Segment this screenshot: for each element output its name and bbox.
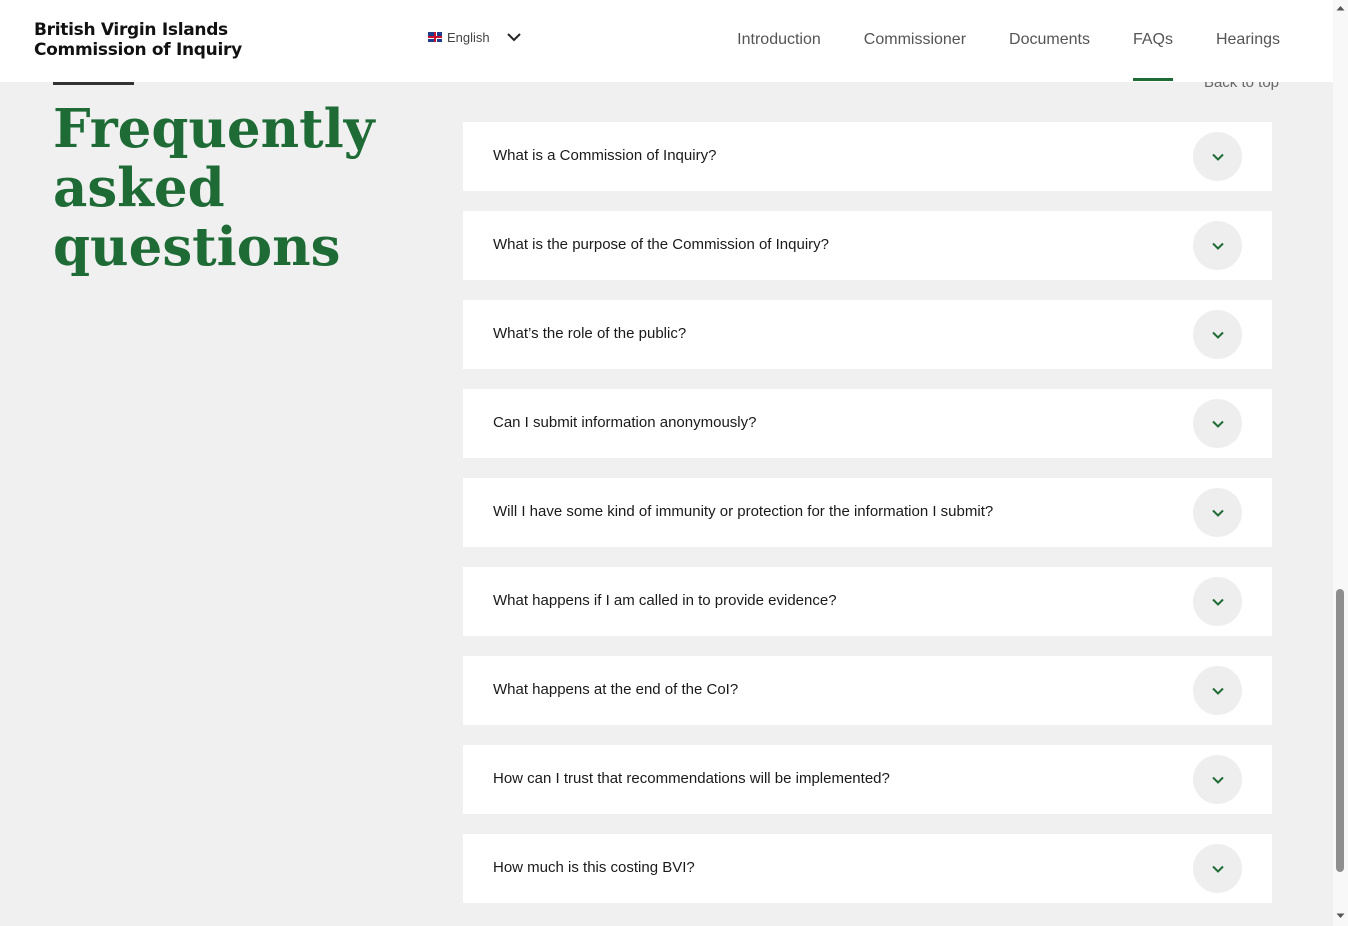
faq-question: How much is this costing BVI? [493, 859, 695, 876]
scroll-down-arrow-icon[interactable] [1336, 911, 1345, 920]
faq-item[interactable]: What’s the role of the public? [463, 300, 1272, 369]
chevron-down-icon[interactable] [506, 29, 522, 45]
chevron-down-icon [1211, 153, 1224, 161]
nav-introduction[interactable]: Introduction [737, 30, 821, 82]
page: Back to top Frequently asked questions W… [0, 0, 1333, 926]
faq-question: Will I have some kind of immunity or pro… [493, 503, 994, 520]
faq-expand-button[interactable] [1193, 755, 1242, 804]
language-selector[interactable]: English [428, 27, 522, 47]
faq-item[interactable]: What happens if I am called in to provid… [463, 567, 1272, 636]
nav-commissioner[interactable]: Commissioner [864, 30, 966, 82]
faq-expand-button[interactable] [1193, 132, 1242, 181]
faq-item[interactable]: Can I submit information anonymously? [463, 389, 1272, 458]
language-label: English [447, 29, 490, 45]
faq-question: What is a Commission of Inquiry? [493, 147, 717, 164]
nav-faqs[interactable]: FAQs [1132, 30, 1173, 82]
faq-item[interactable]: What is a Commission of Inquiry? [463, 122, 1272, 191]
faq-question: What happens at the end of the CoI? [493, 681, 739, 698]
scrollbar-thumb[interactable] [1336, 589, 1344, 872]
logo-line-1: British Virgin Islands [34, 20, 228, 40]
chevron-down-icon [1211, 420, 1224, 428]
chevron-down-icon [1211, 776, 1224, 784]
faq-item[interactable]: Will I have some kind of immunity or pro… [463, 478, 1272, 547]
faq-expand-button[interactable] [1193, 221, 1242, 270]
faq-accordion: What is a Commission of Inquiry? What is… [463, 122, 1272, 923]
faq-question: What is the purpose of the Commission of… [493, 236, 829, 253]
page-title: Frequently asked questions [53, 98, 375, 278]
scroll-up-arrow-icon[interactable] [1336, 4, 1345, 13]
vertical-scrollbar[interactable] [1333, 0, 1348, 926]
nav-hearings[interactable]: Hearings [1216, 30, 1280, 82]
faq-expand-button[interactable] [1193, 399, 1242, 448]
faq-expand-button[interactable] [1193, 310, 1242, 359]
chevron-down-icon [1211, 865, 1224, 873]
faq-question: What happens if I am called in to provid… [493, 592, 837, 609]
faq-expand-button[interactable] [1193, 488, 1242, 537]
faq-question: Can I submit information anonymously? [493, 414, 757, 431]
logo-line-2: Commission of Inquiry [34, 40, 242, 60]
main-nav: Introduction Commissioner Documents FAQs… [737, 30, 1280, 82]
chevron-down-icon [1211, 331, 1224, 339]
faq-question: What’s the role of the public? [493, 325, 687, 342]
faq-expand-button[interactable] [1193, 666, 1242, 715]
nav-documents[interactable]: Documents [1009, 30, 1090, 82]
chevron-down-icon [1211, 598, 1224, 606]
faq-item[interactable]: How much is this costing BVI? [463, 834, 1272, 903]
faq-item[interactable]: What is the purpose of the Commission of… [463, 211, 1272, 280]
faq-item[interactable]: What happens at the end of the CoI? [463, 656, 1272, 725]
faq-expand-button[interactable] [1193, 844, 1242, 893]
site-logo[interactable]: British Virgin Islands Commission of Inq… [34, 20, 242, 60]
uk-flag-icon [428, 32, 442, 42]
faq-question: How can I trust that recommendations wil… [493, 770, 890, 787]
faq-item[interactable]: How can I trust that recommendations wil… [463, 745, 1272, 814]
heading-accent-bar [53, 82, 134, 85]
chevron-down-icon [1211, 687, 1224, 695]
chevron-down-icon [1211, 509, 1224, 517]
faq-expand-button[interactable] [1193, 577, 1242, 626]
chevron-down-icon [1211, 242, 1224, 250]
site-header: British Virgin Islands Commission of Inq… [0, 0, 1333, 82]
